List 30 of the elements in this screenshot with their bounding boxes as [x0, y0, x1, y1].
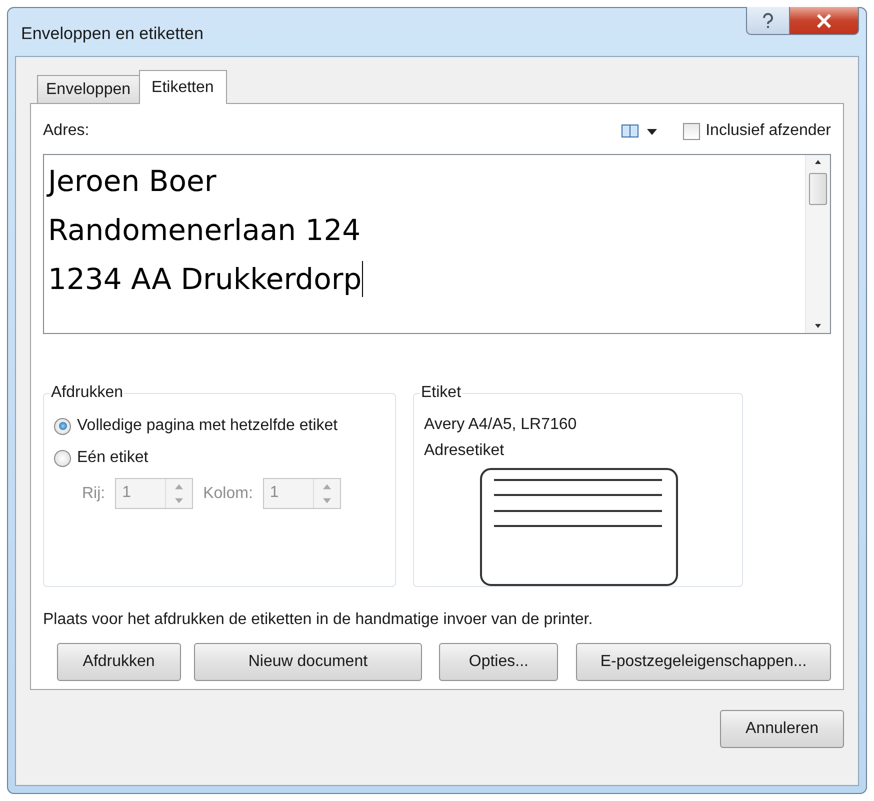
- group-title: Etiket: [420, 384, 462, 402]
- close-icon: [816, 14, 832, 28]
- label-info-text: Avery A4/A5, LR7160: [424, 415, 578, 435]
- radio-label[interactable]: Volledige pagina met hetzelfde etiket: [77, 417, 338, 435]
- help-icon: [762, 12, 774, 28]
- spinner-label: Kolom:: [203, 484, 253, 502]
- spinner-label: Rij:: [82, 484, 106, 502]
- checkbox-label[interactable]: Inclusief afzender: [706, 122, 831, 140]
- radio-button[interactable]: [54, 450, 71, 466]
- scroll-thumb[interactable]: [809, 173, 827, 205]
- action-button[interactable]: Nieuw document: [194, 643, 422, 681]
- instruction-text: Plaats voor het afdrukken de etiketten in de handmatige invoer van de printer.: [43, 611, 594, 629]
- address-book-icon[interactable]: [620, 123, 659, 139]
- group-title: Afdrukken: [50, 384, 124, 402]
- action-button[interactable]: E-postzegeleigenschappen...: [576, 643, 831, 681]
- checkbox[interactable]: [682, 122, 700, 140]
- tab[interactable]: Etiketten: [138, 70, 227, 104]
- action-button[interactable]: Afdrukken: [57, 643, 181, 681]
- radio-label[interactable]: Eén etiket: [77, 449, 148, 467]
- tab[interactable]: Enveloppen: [37, 75, 140, 103]
- scrollbar[interactable]: [805, 155, 830, 333]
- address-label: Adres:: [43, 122, 90, 140]
- close-button[interactable]: [790, 7, 859, 35]
- label-info-text: Adresetiket: [424, 441, 506, 461]
- window-title: Enveloppen en etiketten: [20, 24, 204, 44]
- address-field[interactable]: Jeroen Boer Randomenerlaan 124 1234 AA Drukkerdorp: [43, 154, 831, 334]
- radio-button[interactable]: [54, 418, 71, 434]
- action-button[interactable]: Opties...: [439, 643, 558, 681]
- help-button[interactable]: [746, 7, 790, 35]
- cancel-button[interactable]: Annuleren: [720, 710, 844, 748]
